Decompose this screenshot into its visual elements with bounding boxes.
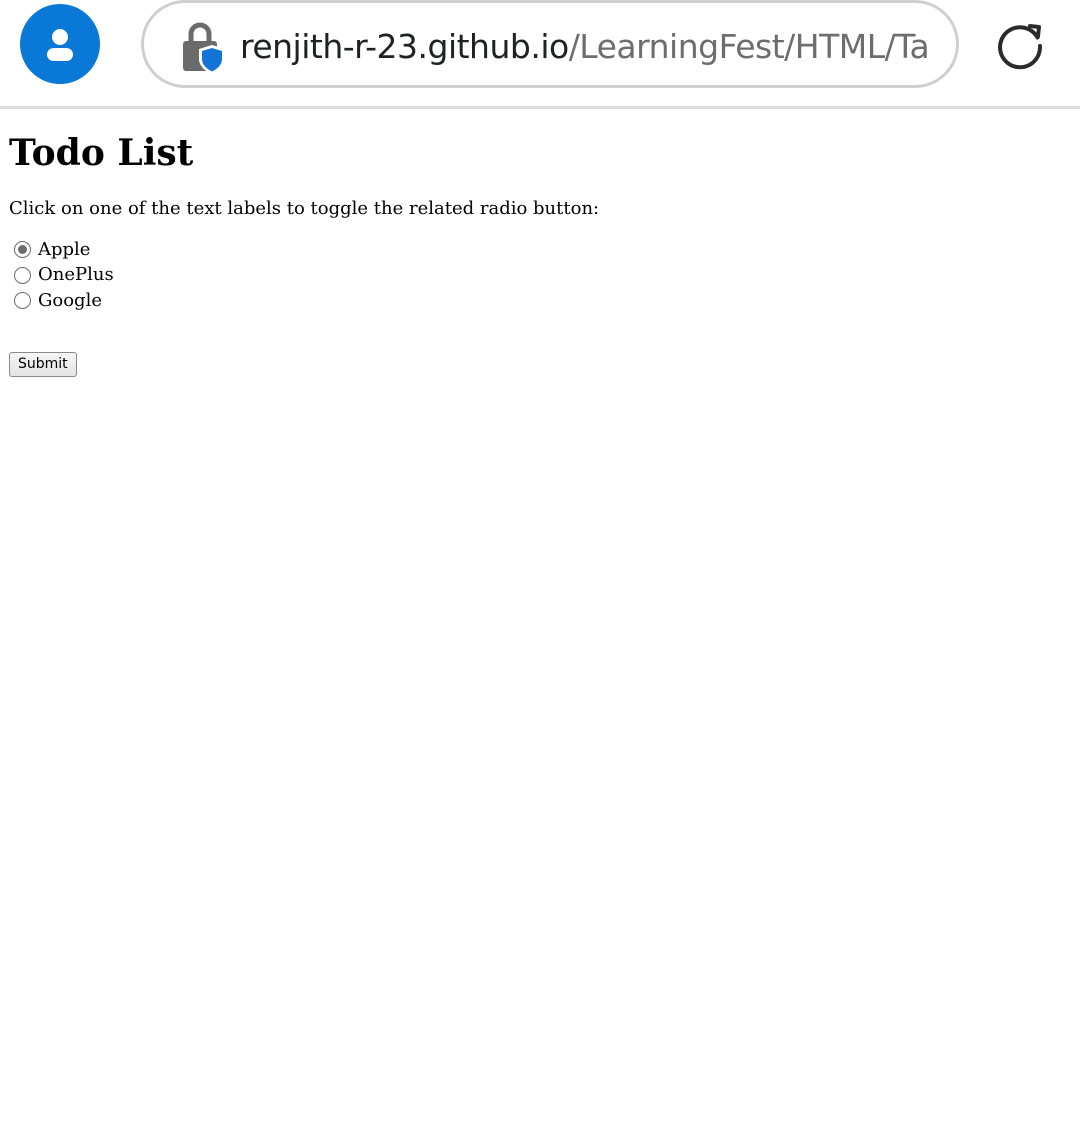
submit-button[interactable]: Submit xyxy=(9,352,77,377)
option-apple[interactable]: Apple xyxy=(9,237,1080,263)
option-label[interactable]: Google xyxy=(38,290,102,312)
option-label[interactable]: OnePlus xyxy=(38,264,114,286)
account-icon[interactable] xyxy=(20,4,100,84)
lock-shield-icon[interactable] xyxy=(180,20,230,76)
page-content: Todo List Click on one of the text label… xyxy=(9,112,1080,377)
browser-toolbar: renjith-r-23.github.io/LearningFest/HTML… xyxy=(0,0,1080,109)
option-oneplus[interactable]: OnePlus xyxy=(9,263,1080,289)
option-label[interactable]: Apple xyxy=(38,239,90,261)
instructions-text: Click on one of the text labels to toggl… xyxy=(9,198,600,219)
radio-apple[interactable] xyxy=(14,241,31,259)
option-google[interactable]: Google xyxy=(9,288,1080,314)
reload-icon[interactable] xyxy=(994,20,1046,72)
radio-google[interactable] xyxy=(14,292,31,310)
url-text[interactable]: renjith-r-23.github.io/LearningFest/HTML… xyxy=(240,21,942,73)
page-title: Todo List xyxy=(9,132,194,174)
url-path: /LearningFest/HTML/Ta xyxy=(568,27,930,66)
radio-oneplus[interactable] xyxy=(14,266,31,284)
address-bar[interactable]: renjith-r-23.github.io/LearningFest/HTML… xyxy=(141,0,959,88)
radio-group: Apple OnePlus Google xyxy=(9,237,1080,314)
url-host: renjith-r-23.github.io xyxy=(240,27,569,66)
